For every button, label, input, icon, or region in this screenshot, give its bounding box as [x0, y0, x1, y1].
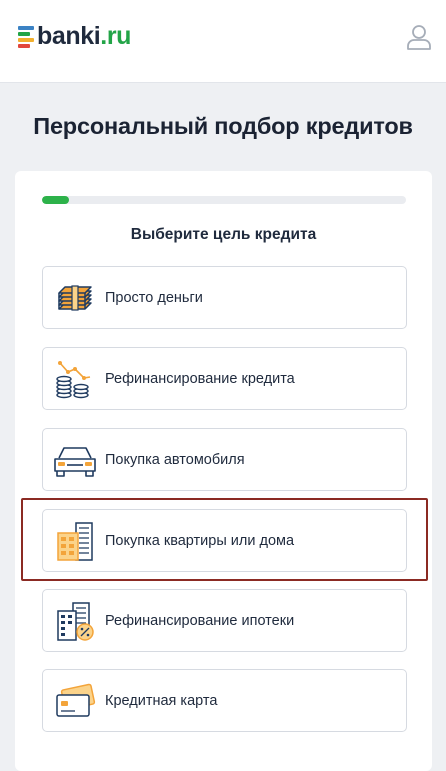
page-title: Персональный подбор кредитов: [33, 113, 413, 139]
question-title: Выберите цель кредита: [130, 226, 317, 243]
option-label: Рефинансирование кредита: [105, 370, 295, 387]
progress-fill: [42, 196, 70, 204]
option-buy-car[interactable]: Покупка автомобиля: [42, 428, 407, 491]
credit-wizard-card: Выберите цель кредита Просто деньги Рефи…: [15, 171, 432, 771]
option-credit-card[interactable]: Кредитная карта: [42, 669, 407, 732]
option-buy-apartment[interactable]: Покупка квартиры или дома: [42, 509, 407, 572]
logo-name: banki: [37, 22, 101, 50]
option-label: Рефинансирование ипотеки: [105, 612, 295, 629]
user-icon[interactable]: [404, 22, 434, 52]
building-percent-icon: [51, 599, 99, 643]
option-label: Покупка автомобиля: [105, 451, 245, 468]
option-label: Покупка квартиры или дома: [105, 532, 295, 549]
site-header: banki.ru: [0, 0, 446, 83]
logo-mark-icon: [18, 25, 34, 48]
progress-bar: [42, 196, 406, 204]
money-stack-icon: [51, 276, 99, 320]
option-refinance-mortgage[interactable]: Рефинансирование ипотеки: [42, 589, 407, 652]
option-refinance-credit[interactable]: Рефинансирование кредита: [42, 347, 407, 410]
option-label: Просто деньги: [105, 289, 203, 306]
logo-tld: .ru: [100, 22, 132, 50]
option-just-money[interactable]: Просто деньги: [42, 266, 407, 329]
coins-chart-icon: [51, 357, 99, 401]
banki-logo[interactable]: banki.ru: [18, 23, 131, 49]
logo-text: banki.ru: [37, 23, 131, 49]
buildings-icon: [51, 519, 99, 563]
car-icon: [51, 438, 99, 482]
option-label: Кредитная карта: [105, 692, 218, 709]
credit-card-icon: [51, 679, 99, 723]
